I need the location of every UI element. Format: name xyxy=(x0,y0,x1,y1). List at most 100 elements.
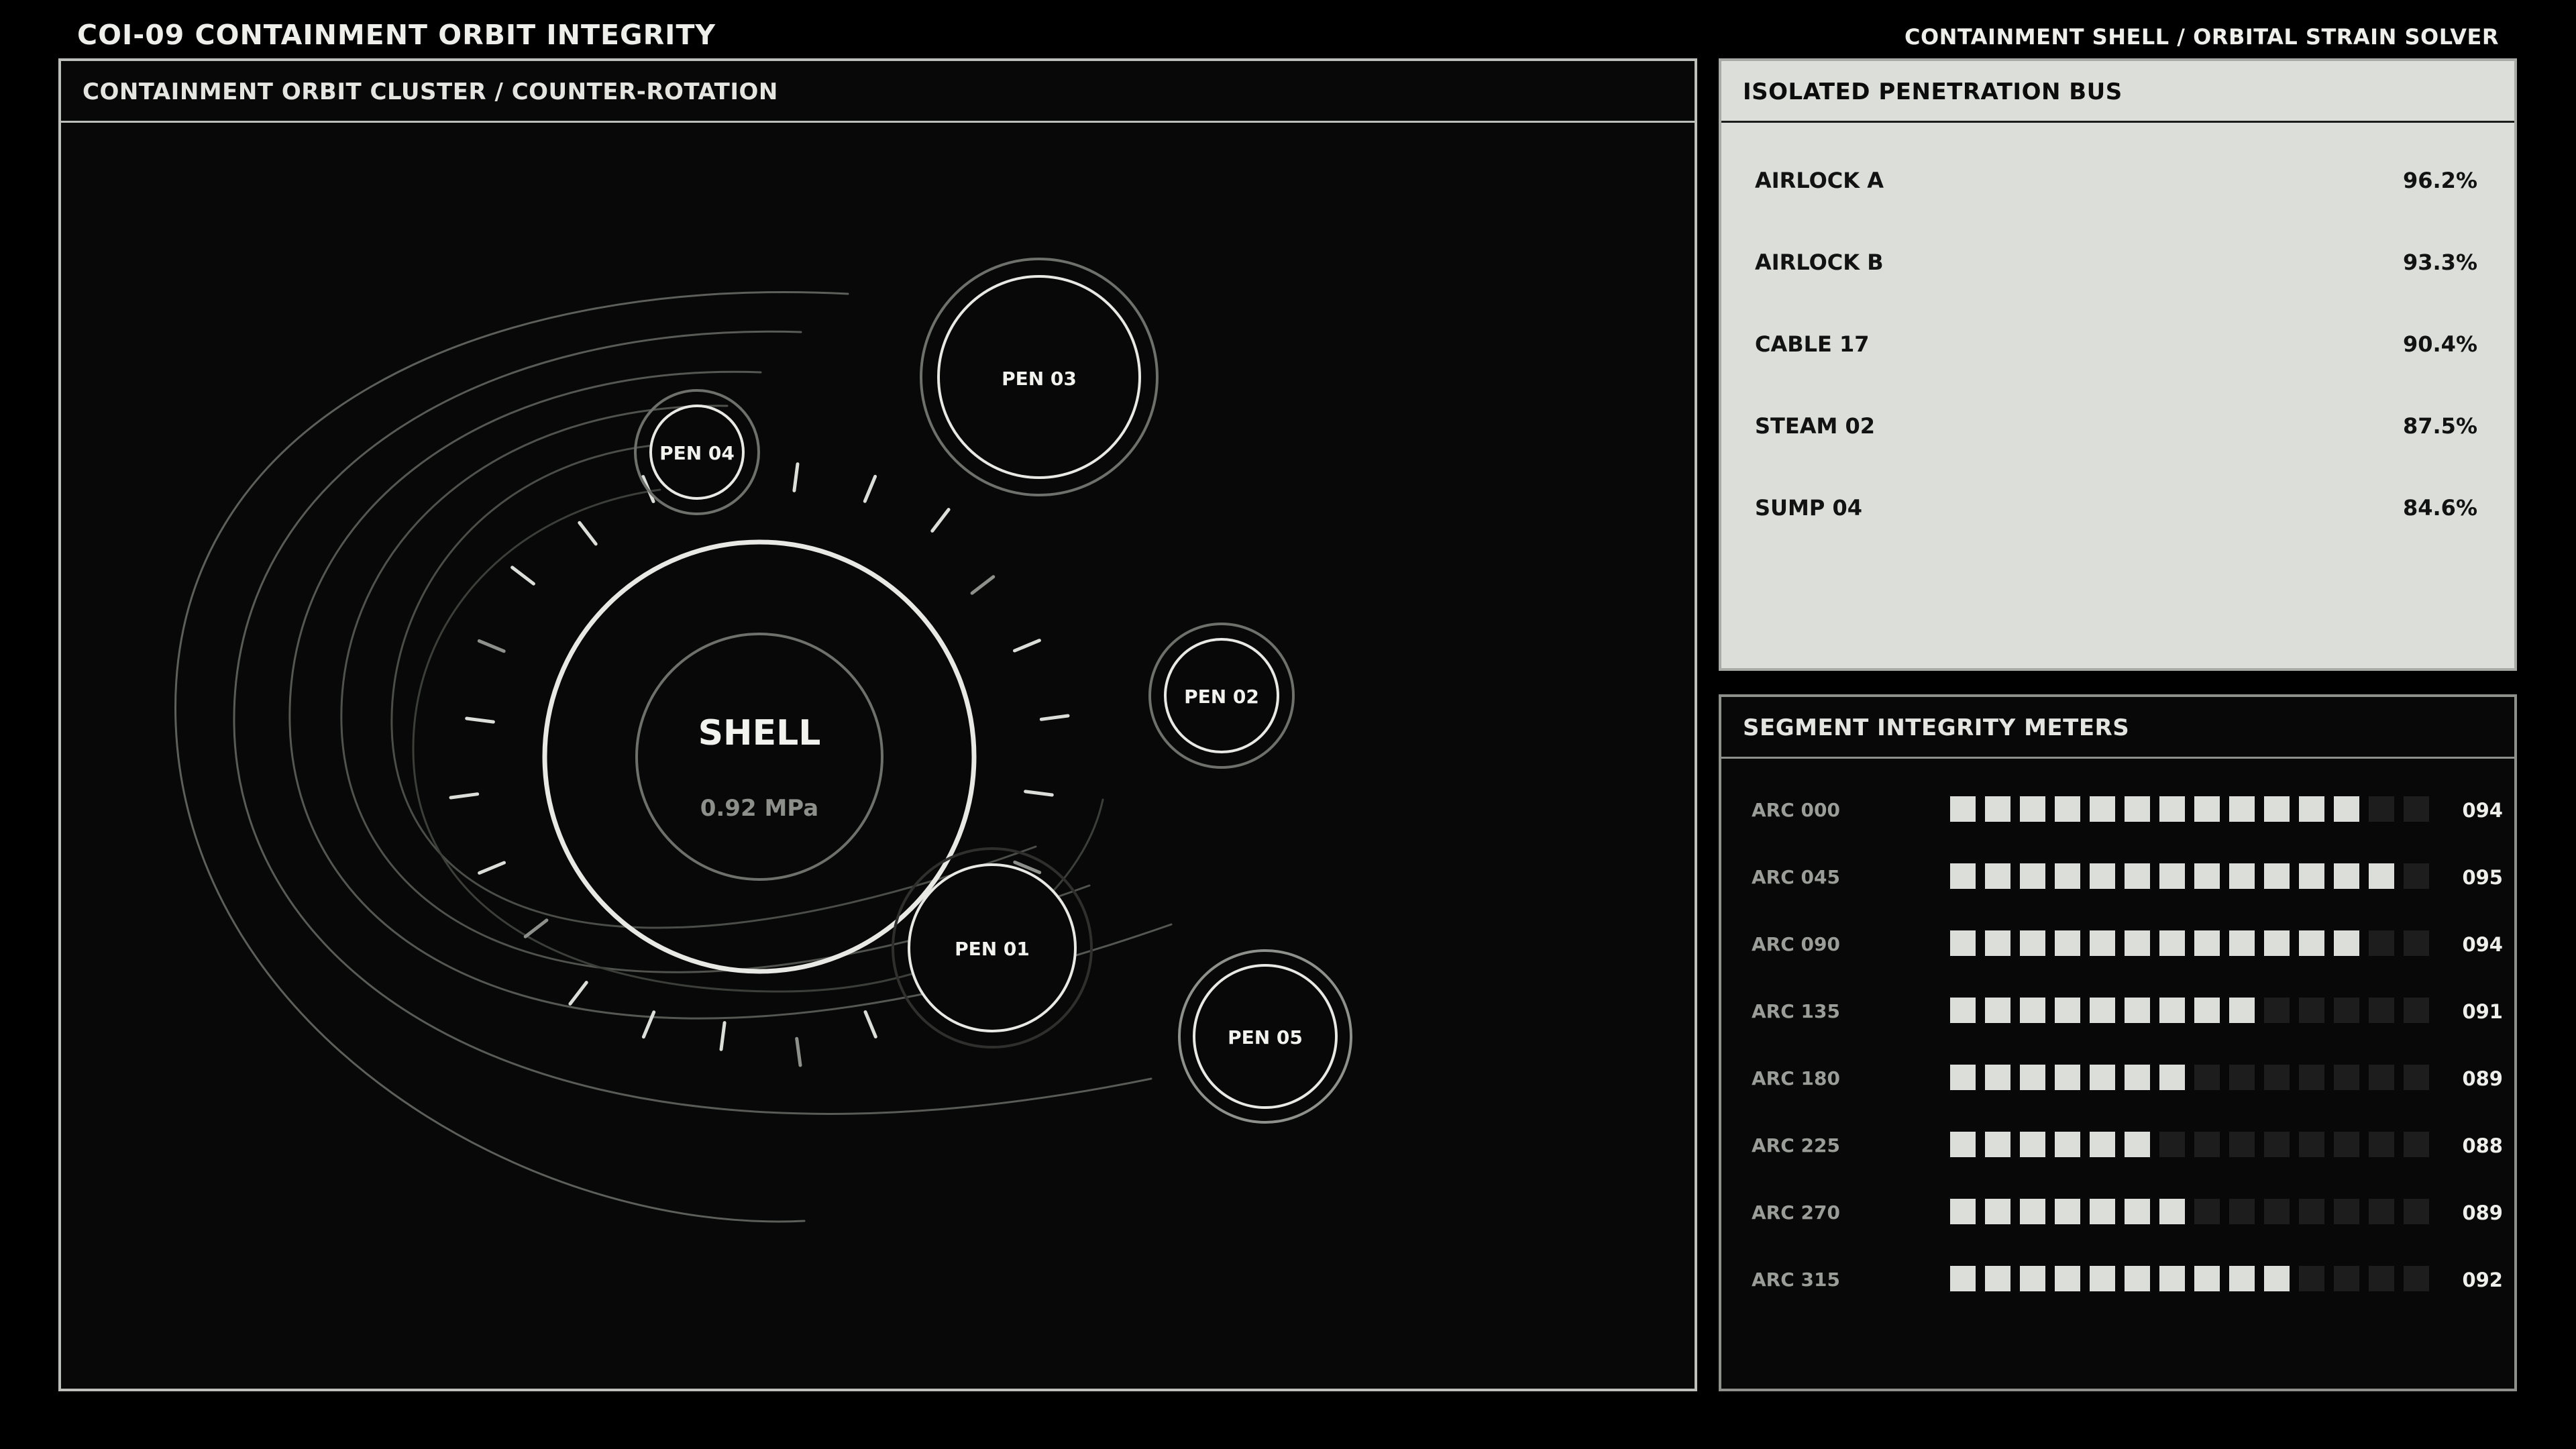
meter-cell-empty xyxy=(2369,1266,2394,1291)
shell-tick xyxy=(478,861,506,875)
shell-pressure: 0.92 MPa xyxy=(700,795,819,822)
segment-meter-row: ARC 000 094 xyxy=(1752,787,2503,827)
meter-cell-empty xyxy=(2159,1132,2185,1157)
segment-label: ARC 135 xyxy=(1752,1000,1840,1022)
meter-cell-filled xyxy=(2334,863,2359,889)
shell-tick xyxy=(863,1010,877,1038)
meter-cell-empty xyxy=(2369,1199,2394,1224)
meter-cell-filled xyxy=(2334,796,2359,822)
shell-tick xyxy=(477,639,506,653)
shell-tick xyxy=(1024,790,1054,797)
node-pen-02[interactable]: PEN 02 xyxy=(1148,623,1295,769)
shell-tick xyxy=(1039,714,1070,721)
meter-cell-empty xyxy=(2229,1199,2255,1224)
meter-cell-empty xyxy=(2404,1132,2429,1157)
meter-cell-filled xyxy=(1950,796,1976,822)
shell-tick xyxy=(1013,639,1041,653)
meter-cell-filled xyxy=(2090,930,2115,956)
penetration-bus-panel: ISOLATED PENETRATION BUS AIRLOCK A 96.2%… xyxy=(1719,58,2517,671)
meter-cell-filled xyxy=(2264,863,2290,889)
meter-cell-filled xyxy=(2194,863,2220,889)
shell-tick xyxy=(970,575,996,595)
bus-row-label: AIRLOCK B xyxy=(1755,250,1884,275)
shell-tick xyxy=(795,1036,802,1067)
meter-cell-filled xyxy=(2055,863,2080,889)
meter-cell-empty xyxy=(2369,1132,2394,1157)
shell-label: SHELL xyxy=(698,713,821,753)
node-pen-01[interactable]: PEN 01 xyxy=(892,847,1093,1049)
orbit-arc xyxy=(390,441,1037,929)
meter-cell-filled xyxy=(2020,1065,2045,1090)
meter-cell-empty xyxy=(2404,796,2429,822)
meter-cell-empty xyxy=(2194,1132,2220,1157)
bus-row[interactable]: AIRLOCK B 93.3% xyxy=(1755,241,2477,282)
segment-meter-row: ARC 135 091 xyxy=(1752,988,2503,1028)
meter-cell-empty xyxy=(2264,1132,2290,1157)
meter-cell-filled xyxy=(1985,1132,2010,1157)
meter-cell-filled xyxy=(2299,796,2324,822)
meter-cell-filled xyxy=(2299,863,2324,889)
meter-cell-filled xyxy=(1985,930,2010,956)
meter-cell-filled xyxy=(2125,1132,2150,1157)
node-pen-04[interactable]: PEN 04 xyxy=(634,389,760,515)
meter-cell-filled xyxy=(1950,1065,1976,1090)
meter-cell-empty xyxy=(2369,930,2394,956)
meter-cell-empty xyxy=(2299,1266,2324,1291)
meter-cell-filled xyxy=(2159,930,2185,956)
meter-cell-filled xyxy=(2055,1266,2080,1291)
shell-tick xyxy=(930,508,951,533)
meter-cell-filled xyxy=(2125,1266,2150,1291)
node-label: PEN 04 xyxy=(659,442,735,464)
meter-cell-filled xyxy=(2090,1199,2115,1224)
app-title: COI-09 CONTAINMENT ORBIT INTEGRITY xyxy=(77,19,716,51)
bus-row-label: AIRLOCK A xyxy=(1755,168,1884,193)
meter-cell-filled xyxy=(2159,1199,2185,1224)
orbit-panel-title: CONTAINMENT ORBIT CLUSTER / COUNTER-ROTA… xyxy=(61,61,1695,123)
segment-value: 089 xyxy=(2462,1067,2503,1090)
node-label: PEN 01 xyxy=(955,938,1030,960)
bus-panel-title: ISOLATED PENETRATION BUS xyxy=(1721,61,2514,123)
meter-cell-filled xyxy=(2090,1132,2115,1157)
meter-cell-empty xyxy=(2334,1266,2359,1291)
bus-row-label: SUMP 04 xyxy=(1755,495,1862,521)
meter-cell-filled xyxy=(2125,998,2150,1023)
node-label: PEN 02 xyxy=(1184,686,1259,708)
bus-row[interactable]: STEAM 02 87.5% xyxy=(1755,405,2477,445)
meter-cell-empty xyxy=(2404,930,2429,956)
meter-cell-filled xyxy=(1985,1065,2010,1090)
meter-cell-filled xyxy=(2020,1266,2045,1291)
meter-cell-empty xyxy=(2194,1065,2220,1090)
meter-cell-filled xyxy=(2090,1065,2115,1090)
meter-cell-filled xyxy=(2194,1266,2220,1291)
meter-cell-filled xyxy=(2159,1266,2185,1291)
orbit-arc xyxy=(174,291,849,1223)
meter-cell-filled xyxy=(2264,930,2290,956)
node-pen-03[interactable]: PEN 03 xyxy=(920,258,1159,496)
meter-cell-filled xyxy=(1985,1266,2010,1291)
bus-row-value: 96.2% xyxy=(2402,168,2477,193)
bus-row[interactable]: SUMP 04 84.6% xyxy=(1755,487,2477,527)
shell-tick xyxy=(792,462,800,492)
meter-cell-filled xyxy=(2055,1199,2080,1224)
meter-cell-empty xyxy=(2369,796,2394,822)
segment-value: 095 xyxy=(2462,866,2503,889)
segment-value: 089 xyxy=(2462,1201,2503,1224)
shell-outer-ring xyxy=(542,539,977,974)
meter-cell-empty xyxy=(2404,998,2429,1023)
bus-row[interactable]: AIRLOCK A 96.2% xyxy=(1755,160,2477,200)
segment-label: ARC 315 xyxy=(1752,1269,1840,1291)
meter-cell-empty xyxy=(2299,1199,2324,1224)
bus-row[interactable]: CABLE 17 90.4% xyxy=(1755,323,2477,364)
node-pen-05[interactable]: PEN 05 xyxy=(1178,949,1352,1124)
meter-cell-filled xyxy=(1950,1199,1976,1224)
orbit-diagram: SHELL 0.92 MPa PEN 03 PEN 04 PEN 02 PEN … xyxy=(174,258,1352,1223)
segment-meter-row: ARC 180 089 xyxy=(1752,1055,2503,1095)
meter-cell-filled xyxy=(1985,863,2010,889)
segment-meter-row: ARC 270 089 xyxy=(1752,1189,2503,1230)
meter-cell-empty xyxy=(2334,1199,2359,1224)
shell-tick xyxy=(578,521,598,546)
meter-cell-filled xyxy=(2159,1065,2185,1090)
meter-cell-filled xyxy=(2264,796,2290,822)
segment-label: ARC 090 xyxy=(1752,933,1840,955)
bus-row-value: 90.4% xyxy=(2402,331,2477,357)
